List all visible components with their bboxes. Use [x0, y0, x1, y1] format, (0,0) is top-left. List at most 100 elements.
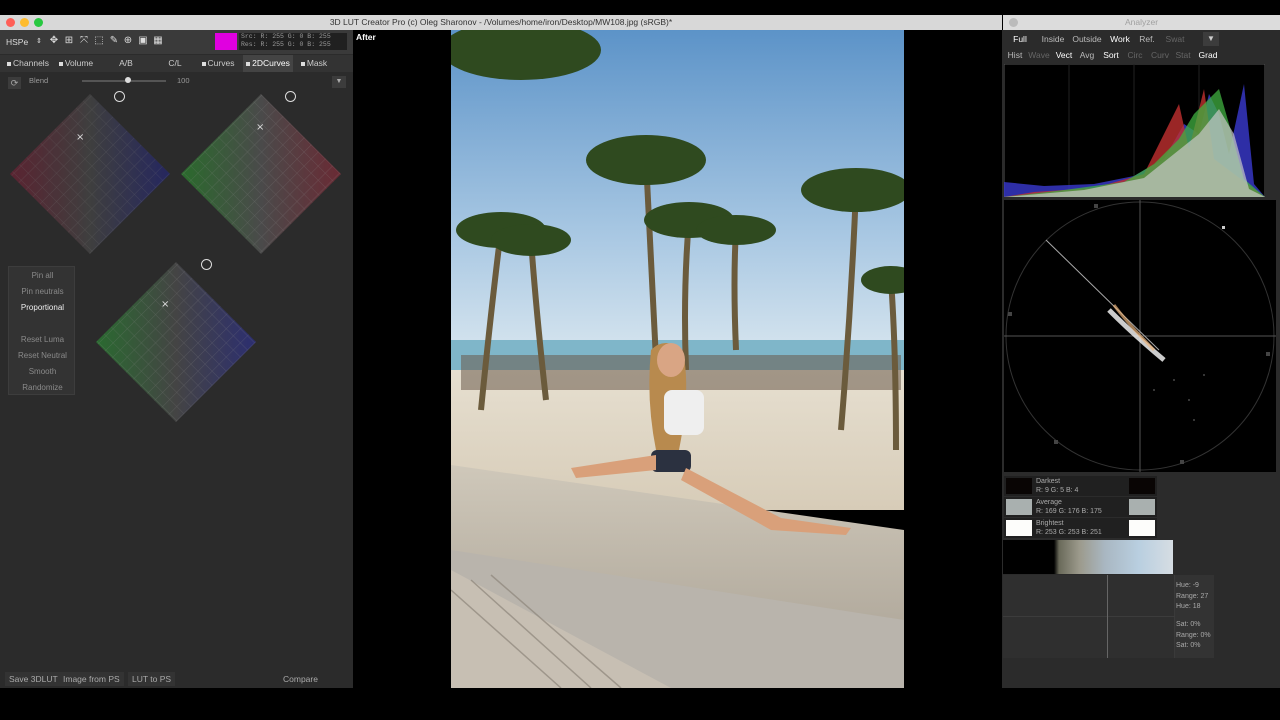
- tab-bar: Channels Volume A/B C/L Curves 2DCurves …: [0, 55, 353, 72]
- minimize-window-button[interactable]: [20, 18, 29, 27]
- stat-darkest: Darkest R: 9 G: 5 B: 4: [1004, 476, 1157, 496]
- sat-range: Range: 0%: [1176, 631, 1211, 639]
- lut-to-ps-button[interactable]: LUT to PS: [128, 672, 176, 686]
- vectorscope: [1004, 200, 1276, 472]
- tab-ab[interactable]: A/B: [111, 55, 141, 72]
- control-point-marker[interactable]: ×: [161, 299, 169, 310]
- window-titlebar: 3D LUT Creator Pro (c) Oleg Sharonov - /…: [0, 15, 1002, 30]
- save-3dlut-button[interactable]: Save 3DLUT: [5, 672, 62, 686]
- window-title: 3D LUT Creator Pro (c) Oleg Sharonov - /…: [329, 17, 673, 27]
- brightest-label: Brightest: [1036, 520, 1064, 527]
- tab-2dcurves[interactable]: 2DCurves: [243, 55, 293, 72]
- compare-button[interactable]: Compare: [279, 672, 322, 686]
- hue-value-1: Hue: -9: [1176, 582, 1199, 589]
- hue-graph-marker: [1107, 575, 1108, 658]
- hue-graph: [1003, 575, 1175, 658]
- select-icon[interactable]: ⬚: [93, 35, 105, 47]
- fit-icon[interactable]: ⊞: [63, 35, 75, 47]
- tab-label: A/B: [119, 58, 133, 68]
- frame-icon[interactable]: ▣: [137, 35, 149, 47]
- power-icon[interactable]: [201, 259, 212, 270]
- reset-neutral-button[interactable]: Reset Neutral: [9, 349, 76, 363]
- grid-icon[interactable]: ▦: [152, 35, 164, 47]
- analyzer-tab-outside[interactable]: Outside: [1071, 32, 1103, 46]
- zoom-window-button[interactable]: [34, 18, 43, 27]
- analyzer-mode-stat[interactable]: Stat: [1174, 48, 1192, 62]
- analyzer-menu-icon[interactable]: ▼: [1203, 32, 1219, 46]
- analyzer-tab-swat[interactable]: Swat: [1163, 32, 1187, 46]
- close-window-button[interactable]: [6, 18, 15, 27]
- dropdown-icon[interactable]: ▼: [332, 76, 346, 88]
- color-space-select[interactable]: HSPe ⇕: [3, 34, 45, 50]
- analyzer-close-button[interactable]: [1009, 18, 1018, 27]
- sat-readout: Sat: 0% Range: 0% Sat: 0%: [1176, 620, 1211, 652]
- tab-dot-icon: [300, 61, 305, 66]
- tab-curves[interactable]: Curves: [196, 55, 240, 72]
- histogram: [1004, 64, 1265, 197]
- pin-all-button[interactable]: Pin all: [9, 269, 76, 283]
- tab-cl[interactable]: C/L: [160, 55, 190, 72]
- hue-value-2: Hue: 18: [1176, 603, 1201, 610]
- updown-icon: ⇕: [36, 38, 42, 45]
- src-res-readout: Src: R: 255 G: 0 B: 255 Res: R: 255 G: 0…: [239, 33, 347, 50]
- crop-icon[interactable]: ⤧: [78, 35, 90, 47]
- analyzer-tab-work[interactable]: Work: [1108, 32, 1132, 46]
- blend-slider-thumb[interactable]: [125, 77, 132, 83]
- analyzer-mode-sort[interactable]: Sort: [1101, 48, 1121, 62]
- control-point-marker[interactable]: ×: [76, 132, 84, 143]
- analyzer-tab-full[interactable]: Full: [1010, 32, 1030, 46]
- power-icon[interactable]: [114, 91, 125, 102]
- tab-dot-icon: [7, 61, 12, 66]
- tab-mask[interactable]: Mask: [294, 55, 334, 72]
- tab-dot-icon: [58, 61, 63, 66]
- proportional-button[interactable]: Proportional: [9, 301, 76, 315]
- pin-neutrals-button[interactable]: Pin neutrals: [9, 285, 76, 299]
- curve-diamond-2[interactable]: ×: [181, 94, 341, 254]
- stat-average: Average R: 169 G: 176 B: 175: [1004, 497, 1157, 517]
- analyzer-mode-circ[interactable]: Circ: [1126, 48, 1144, 62]
- blend-label: Blend: [29, 76, 49, 85]
- analyzer-mode-hist[interactable]: Hist: [1006, 48, 1024, 62]
- analyzer-titlebar: Analyzer: [1003, 15, 1280, 30]
- res-values: Res: R: 255 G: 0 B: 255: [241, 41, 331, 48]
- analyzer-mode-curv[interactable]: Curv: [1150, 48, 1170, 62]
- tab-label: Channels: [13, 58, 49, 68]
- eyedropper-icon[interactable]: ✎: [108, 35, 120, 47]
- move-icon[interactable]: ✥: [48, 35, 60, 47]
- power-icon[interactable]: [285, 91, 296, 102]
- darkest-values: R: 9 G: 5 B: 4: [1036, 487, 1079, 494]
- randomize-button[interactable]: Randomize: [9, 381, 76, 395]
- smooth-button[interactable]: Smooth: [9, 365, 76, 379]
- analyzer-mode-wave[interactable]: Wave: [1028, 48, 1050, 62]
- analyzer-mode-grad[interactable]: Grad: [1197, 48, 1219, 62]
- blend-value: 100: [177, 76, 190, 85]
- src-values: Src: R: 255 G: 0 B: 255: [241, 33, 331, 40]
- zoom-icon[interactable]: ⊕: [122, 35, 134, 47]
- tab-label: 2DCurves: [252, 58, 290, 68]
- curve-diamond-3[interactable]: ×: [96, 262, 256, 422]
- analyzer-mode-avg[interactable]: Avg: [1078, 48, 1096, 62]
- blend-slider-track[interactable]: [82, 80, 166, 82]
- brightest-text: Brightest R: 253 G: 253 B: 251: [1036, 519, 1102, 537]
- photo-preview[interactable]: [451, 30, 904, 688]
- hue-readout: Hue: -9 Range: 27 Hue: 18: [1176, 581, 1208, 613]
- analyzer-title: Analyzer: [1124, 17, 1159, 27]
- sorted-gradient-strip: [1003, 540, 1173, 574]
- hue-sat-panel: Hue: -9 Range: 27 Hue: 18 Sat: 0% Range:…: [1003, 575, 1214, 658]
- average-text: Average R: 169 G: 176 B: 175: [1036, 498, 1102, 516]
- sat-value-1: Sat: 0%: [1176, 621, 1201, 628]
- control-point-marker[interactable]: ×: [256, 122, 264, 133]
- analyzer-mode-vect[interactable]: Vect: [1054, 48, 1074, 62]
- average-values: R: 169 G: 176 B: 175: [1036, 508, 1102, 515]
- hue-range: Range: 27: [1176, 592, 1209, 600]
- analyzer-tab-ref[interactable]: Ref.: [1137, 32, 1157, 46]
- darkest-text: Darkest R: 9 G: 5 B: 4: [1036, 477, 1078, 495]
- tab-volume[interactable]: Volume: [53, 55, 99, 72]
- reset-luma-button[interactable]: Reset Luma: [9, 333, 76, 347]
- average-swatch: [1006, 499, 1032, 515]
- image-from-ps-button[interactable]: Image from PS: [59, 672, 124, 686]
- tab-channels[interactable]: Channels: [3, 55, 53, 72]
- analyzer-tab-inside[interactable]: Inside: [1040, 32, 1066, 46]
- curve-diamond-1[interactable]: ×: [10, 94, 170, 254]
- darkest-swatch-2: [1129, 478, 1155, 494]
